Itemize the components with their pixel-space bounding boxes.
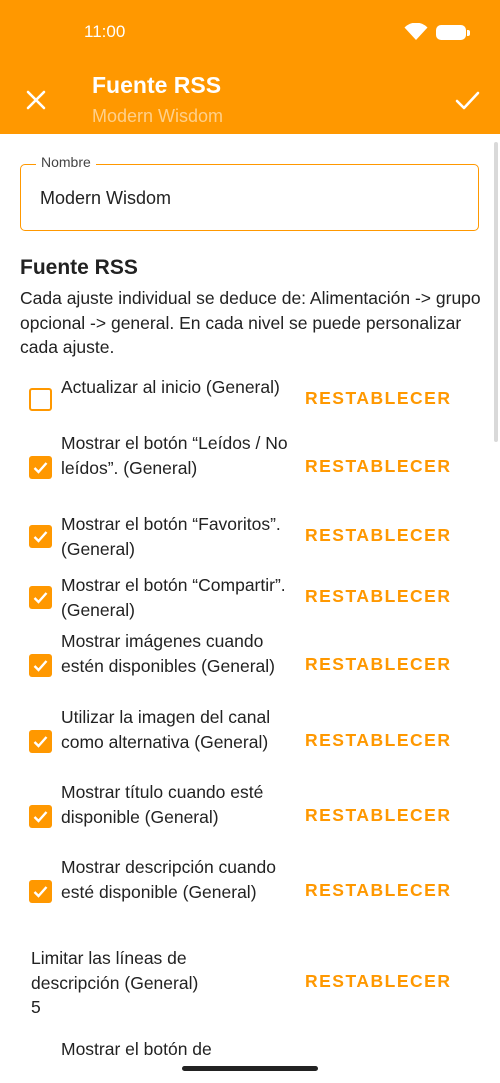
setting-checkbox[interactable] (29, 654, 52, 677)
line-limit-value: 5 (31, 997, 41, 1017)
reset-button[interactable]: RESTABLECER (305, 730, 451, 751)
close-icon (26, 90, 46, 110)
home-indicator[interactable] (182, 1066, 318, 1071)
setting-label: Mostrar el botón “Favoritos”. (General) (61, 514, 281, 559)
reset-button[interactable]: RESTABLECER (305, 388, 451, 409)
setting-label: Mostrar el botón de (61, 1039, 212, 1059)
save-button[interactable] (452, 86, 482, 114)
reset-button[interactable]: RESTABLECER (305, 880, 451, 901)
check-icon (33, 531, 48, 543)
setting-checkbox[interactable] (29, 805, 52, 828)
reset-button[interactable]: RESTABLECER (305, 456, 451, 477)
name-field-value[interactable]: Modern Wisdom (40, 188, 171, 209)
setting-checkbox[interactable] (29, 586, 52, 609)
app-bar: 11:00 Fuente RSS Modern Wisdom (0, 0, 500, 134)
close-button[interactable] (22, 86, 50, 114)
check-icon (33, 811, 48, 823)
page-title: Fuente RSS (92, 72, 222, 98)
setting-checkbox[interactable] (29, 456, 52, 479)
line-limit-label: Limitar las líneas de descripción (Gener… (31, 948, 199, 993)
check-icon (33, 736, 48, 748)
check-icon (33, 660, 48, 672)
name-field-label: Nombre (36, 154, 96, 170)
reset-button[interactable]: RESTABLECER (305, 971, 451, 992)
battery-icon (436, 24, 470, 40)
reset-button[interactable]: RESTABLECER (305, 586, 451, 607)
page-subtitle: Modern Wisdom (92, 106, 224, 126)
setting-label: Mostrar descripción cuando esté disponib… (61, 857, 276, 902)
setting-checkbox[interactable] (29, 388, 52, 411)
setting-checkbox[interactable] (29, 880, 52, 903)
check-icon (455, 91, 480, 110)
check-icon (33, 462, 48, 474)
setting-label: Mostrar título cuando esté disponible (G… (61, 782, 264, 827)
wifi-icon (404, 23, 428, 40)
scrollbar[interactable] (494, 142, 498, 442)
reset-button[interactable]: RESTABLECER (305, 805, 451, 826)
setting-checkbox[interactable] (29, 525, 52, 548)
section-title: Fuente RSS (20, 256, 138, 279)
reset-button[interactable]: RESTABLECER (305, 654, 451, 675)
check-icon (33, 592, 48, 604)
status-icons (404, 23, 470, 41)
setting-checkbox[interactable] (29, 730, 52, 753)
setting-label: Actualizar al inicio (General) (61, 377, 280, 397)
setting-label: Mostrar el botón “Compartir”. (General) (61, 575, 286, 620)
reset-button[interactable]: RESTABLECER (305, 525, 451, 546)
status-time: 11:00 (84, 22, 126, 41)
setting-label: Utilizar la imagen del canal como altern… (61, 707, 271, 752)
check-icon (33, 886, 48, 898)
setting-label: Mostrar el botón “Leídos / No leídos”. (… (61, 433, 288, 478)
section-description: Cada ajuste individual se deduce de: Ali… (20, 288, 481, 357)
setting-label: Mostrar imágenes cuando estén disponible… (61, 631, 276, 676)
